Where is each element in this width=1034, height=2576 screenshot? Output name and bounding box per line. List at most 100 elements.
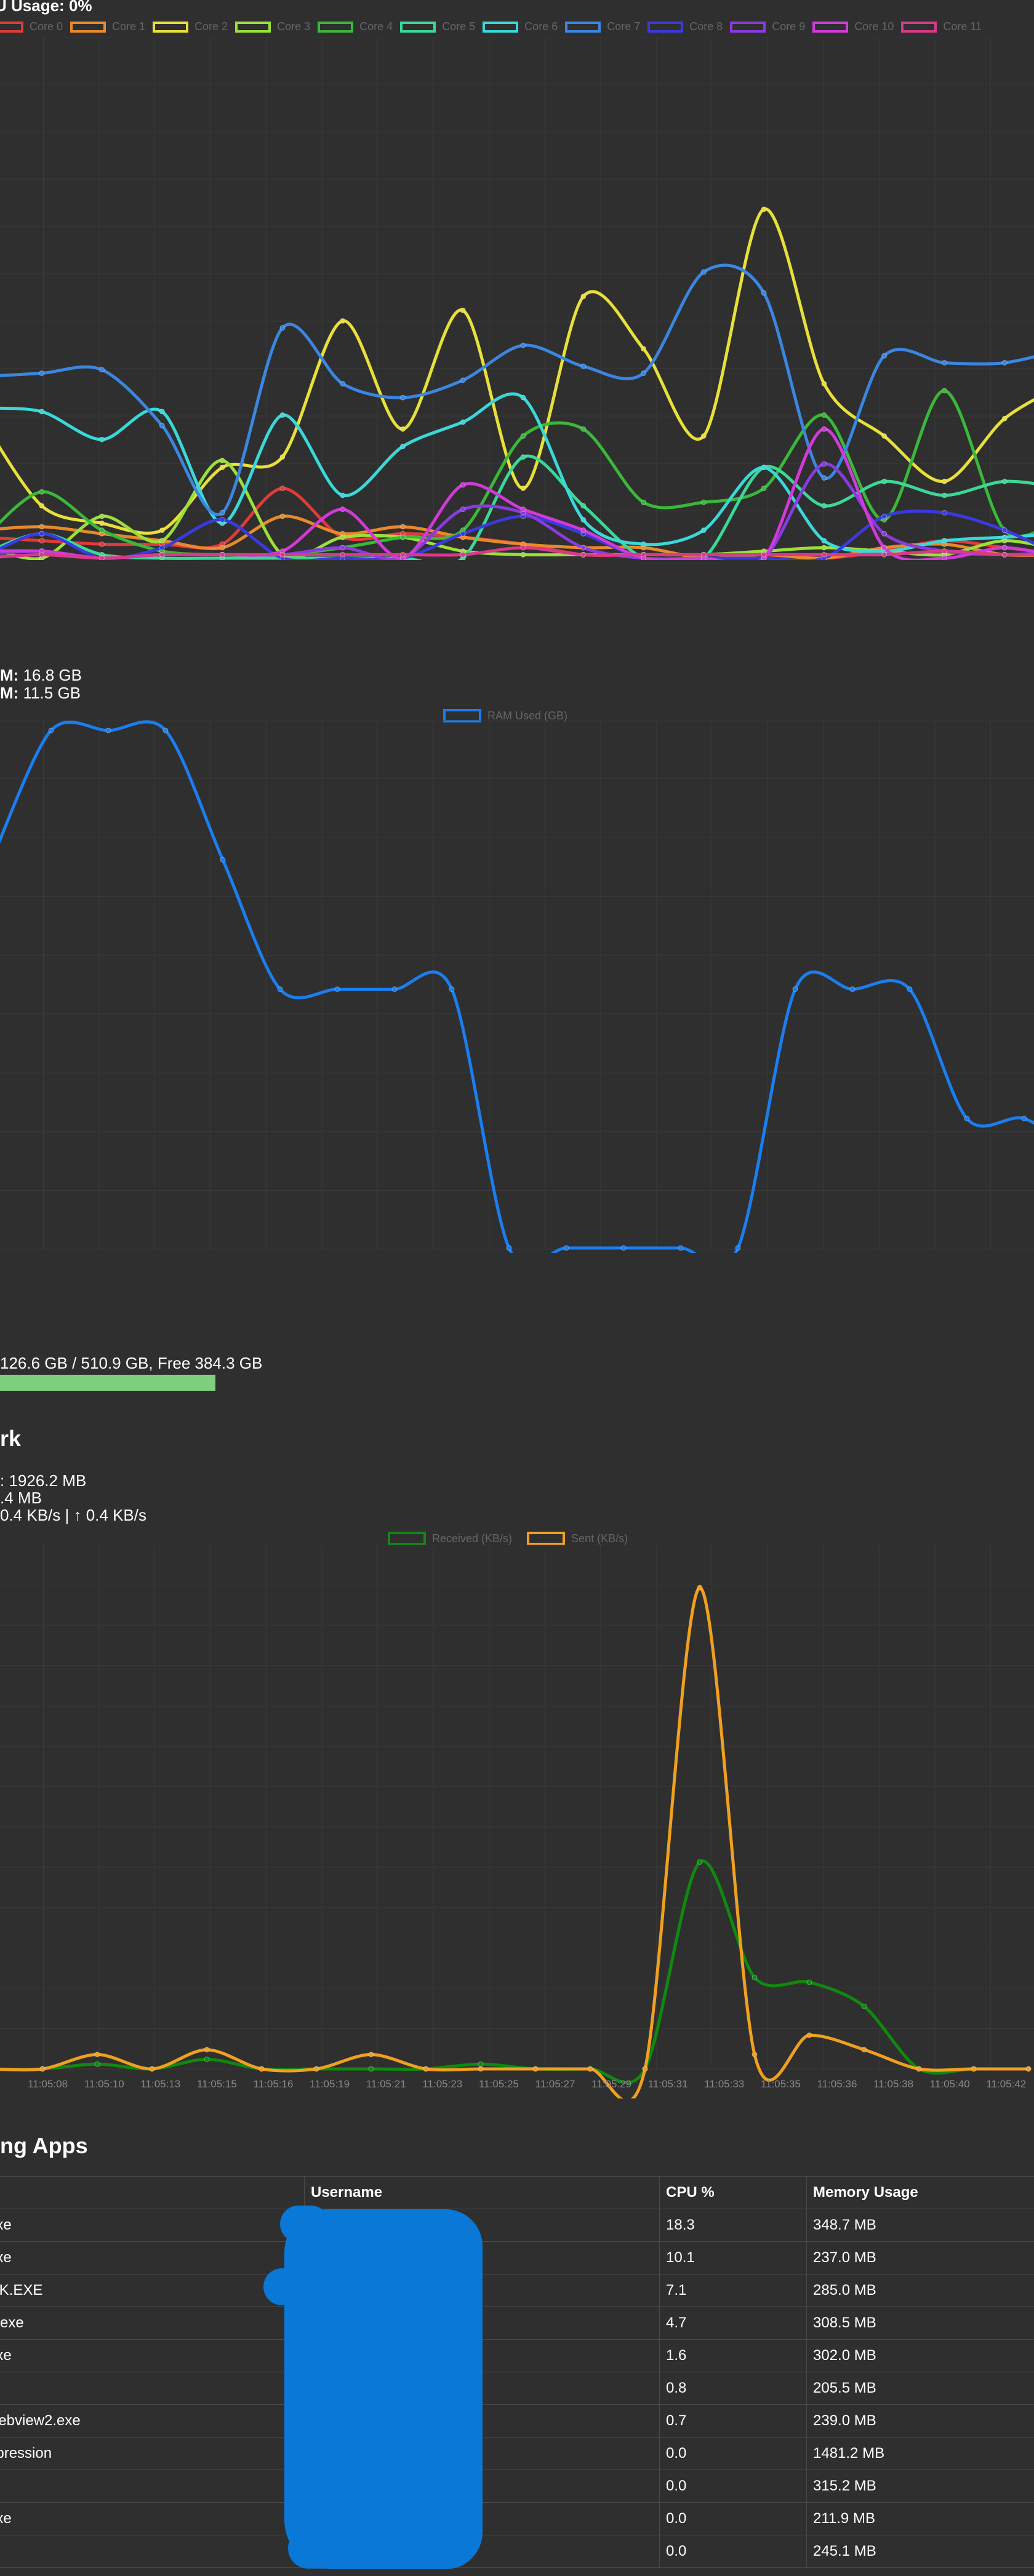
cpu-core-6-point[interactable]	[641, 541, 647, 547]
legend-item-core-10[interactable]: Core 10	[812, 20, 894, 33]
cpu-core-5-point[interactable]	[881, 478, 888, 484]
cpu-core-11-point[interactable]	[279, 551, 286, 558]
cpu-core-11-point[interactable]	[821, 551, 827, 558]
network-received-point[interactable]	[204, 2056, 210, 2062]
cpu-core-7-point[interactable]	[340, 381, 346, 386]
network-sent-point[interactable]	[971, 2066, 977, 2072]
cpu-core-3-point[interactable]	[99, 513, 105, 519]
cpu-core-2-point[interactable]	[1001, 415, 1008, 422]
cpu-core-10-point[interactable]	[580, 527, 587, 534]
cpu-core-10-point[interactable]	[460, 482, 466, 488]
legend-item-core-9[interactable]: Core 9	[730, 20, 805, 33]
cpu-core-7-point[interactable]	[39, 370, 45, 376]
cpu-core-7-point[interactable]	[761, 290, 767, 296]
network-received-point[interactable]	[751, 1974, 758, 1980]
network-sent-point[interactable]	[751, 2052, 758, 2058]
cpu-core-4-point[interactable]	[399, 534, 406, 540]
ram-used-point[interactable]	[334, 986, 340, 992]
cpu-core-2-point[interactable]	[941, 478, 947, 484]
ram-used-point[interactable]	[220, 857, 226, 863]
cpu-core-7-point[interactable]	[700, 269, 707, 275]
cpu-core-7-point[interactable]	[821, 475, 827, 481]
cpu-core-9-point[interactable]	[881, 530, 888, 537]
cpu-core-2-point[interactable]	[520, 486, 526, 492]
legend-item-core-6[interactable]: Core 6	[483, 20, 558, 33]
cpu-core-1-point[interactable]	[279, 513, 286, 519]
legend-item-core-8[interactable]: Core 8	[647, 20, 723, 33]
network-sent-point[interactable]	[313, 2066, 319, 2072]
cpu-core-10-point[interactable]	[1001, 545, 1008, 551]
network-sent-point[interactable]	[258, 2066, 265, 2072]
cpu-core-2-point[interactable]	[99, 520, 105, 526]
cpu-core-6-point[interactable]	[1001, 534, 1008, 540]
ram-used-point[interactable]	[620, 1245, 627, 1251]
cpu-core-8-point[interactable]	[39, 530, 45, 537]
cpu-core-7-point[interactable]	[641, 370, 647, 376]
network-sent-point[interactable]	[1025, 2066, 1032, 2072]
legend-item-sent[interactable]: Sent (KB/s)	[527, 1532, 628, 1545]
cpu-core-8-point[interactable]	[219, 517, 225, 523]
cpu-core-11-point[interactable]	[399, 551, 406, 558]
cpu-core-11-point[interactable]	[340, 551, 346, 558]
cpu-core-0-point[interactable]	[99, 541, 105, 547]
cpu-core-3-point[interactable]	[219, 457, 225, 463]
cpu-core-10-point[interactable]	[340, 506, 346, 513]
cpu-core-7-point[interactable]	[520, 342, 526, 348]
ram-used-point[interactable]	[849, 986, 856, 992]
cpu-core-4-point[interactable]	[520, 433, 526, 439]
cpu-core-4-point[interactable]	[580, 426, 587, 432]
cpu-core-11-point[interactable]	[700, 551, 707, 558]
cpu-core-4-point[interactable]	[941, 388, 947, 394]
cpu-core-1-point[interactable]	[39, 524, 45, 530]
cpu-core-6-point[interactable]	[580, 517, 587, 523]
cpu-core-5-point[interactable]	[520, 454, 526, 460]
cpu-core-7-point[interactable]	[881, 353, 888, 359]
cpu-core-6-point[interactable]	[159, 409, 165, 415]
cpu-core-7-point[interactable]	[99, 367, 105, 373]
cpu-core-8-point[interactable]	[159, 545, 165, 551]
cpu-core-6-point[interactable]	[99, 436, 105, 442]
column-header-memory[interactable]: Memory Usage	[806, 2176, 1034, 2209]
ram-used-point[interactable]	[162, 727, 169, 734]
network-sent-point[interactable]	[94, 2052, 100, 2058]
cpu-core-6-point[interactable]	[460, 419, 466, 425]
cpu-core-4-point[interactable]	[700, 499, 707, 505]
ram-used-point[interactable]	[391, 986, 398, 992]
cpu-core-4-point[interactable]	[641, 499, 647, 505]
cpu-core-0-point[interactable]	[279, 486, 286, 492]
ram-used-point[interactable]	[563, 1245, 569, 1251]
cpu-core-10-point[interactable]	[821, 426, 827, 432]
cpu-core-11-point[interactable]	[580, 551, 587, 558]
cpu-core-2-point[interactable]	[340, 318, 346, 324]
cpu-core-11-point[interactable]	[219, 551, 225, 558]
column-header-cpu[interactable]: CPU %	[659, 2176, 807, 2209]
cpu-core-7-point[interactable]	[279, 325, 286, 331]
ram-used-point[interactable]	[792, 986, 798, 992]
cpu-core-2-point[interactable]	[881, 433, 888, 439]
network-sent-point[interactable]	[368, 2052, 374, 2058]
cpu-core-8-point[interactable]	[460, 530, 466, 537]
ram-used-point[interactable]	[506, 1245, 512, 1251]
cpu-core-2-point[interactable]	[700, 433, 707, 439]
cpu-core-7-point[interactable]	[941, 359, 947, 366]
legend-item-core-11[interactable]: Core 11	[901, 20, 982, 33]
cpu-core-6-point[interactable]	[39, 409, 45, 415]
cpu-core-1-point[interactable]	[399, 524, 406, 530]
column-header-name[interactable]	[0, 2176, 305, 2209]
cpu-core-6-point[interactable]	[761, 465, 767, 471]
table-row[interactable]: exe 18.3348.7 MB	[0, 2209, 1034, 2242]
cpu-core-11-point[interactable]	[881, 551, 888, 558]
table-row[interactable]: e 0.8205.5 MB	[0, 2372, 1034, 2405]
cpu-core-5-point[interactable]	[821, 503, 827, 509]
cpu-core-2-point[interactable]	[641, 346, 647, 352]
table-row[interactable]: g.exe 4.7308.5 MB	[0, 2306, 1034, 2340]
network-sent-point[interactable]	[478, 2066, 484, 2072]
ram-used-point[interactable]	[48, 727, 54, 734]
cpu-core-11-point[interactable]	[39, 551, 45, 558]
legend-item-core-2[interactable]: Core 2	[153, 20, 228, 33]
cpu-core-6-point[interactable]	[520, 394, 526, 401]
cpu-core-7-point[interactable]	[460, 377, 466, 383]
cpu-core-8-point[interactable]	[941, 510, 947, 516]
cpu-core-8-point[interactable]	[1001, 527, 1008, 534]
column-header-username[interactable]: Username	[304, 2176, 660, 2209]
